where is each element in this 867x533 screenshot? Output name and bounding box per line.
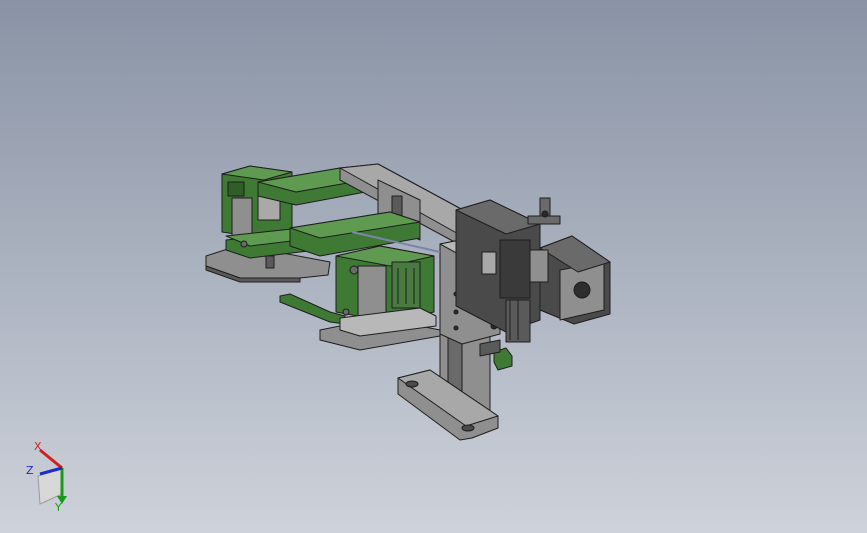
lower-green-hook[interactable] xyxy=(279,293,346,325)
view-orientation-triad[interactable]: X Z Y xyxy=(18,436,78,512)
z-axis-label: Z xyxy=(26,464,34,477)
y-axis-label: Y xyxy=(54,501,62,512)
x-axis-label: X xyxy=(34,440,42,453)
x-axis-line xyxy=(39,448,63,470)
graphics-viewport[interactable]: X Z Y xyxy=(0,0,867,533)
assembly-model[interactable] xyxy=(0,0,867,533)
